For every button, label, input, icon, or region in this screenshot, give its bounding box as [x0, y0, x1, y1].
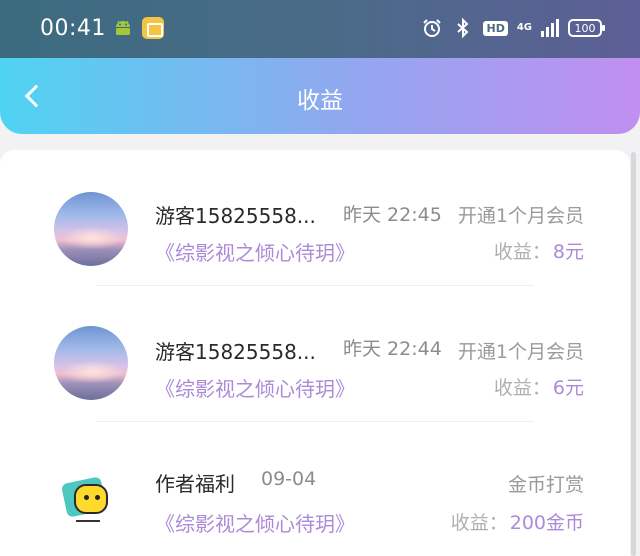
notes-app-icon — [142, 17, 164, 39]
earnings-row[interactable]: 游客15825558... 昨天 22:45 开通1个月会员 《综影视之倾心待玥… — [0, 150, 630, 286]
earning-amount: 收益： 6元 — [493, 377, 584, 399]
record-type: 开通1个月会员 — [457, 341, 584, 363]
status-time: 00:41 — [40, 16, 106, 41]
earnings-row[interactable]: 游客15825558... 昨天 22:44 开通1个月会员 《综影视之倾心待玥… — [0, 286, 630, 422]
alarm-icon — [423, 19, 442, 37]
signal-icon — [541, 19, 559, 37]
user-name: 作者福利 — [155, 472, 235, 496]
status-bar: 00:41 HD 4G 100 — [0, 0, 640, 58]
record-type: 金币打赏 — [507, 474, 584, 496]
book-title[interactable]: 《综影视之倾心待玥》 — [155, 237, 355, 266]
scrollbar[interactable] — [631, 152, 636, 556]
record-time: 09-04 — [261, 468, 317, 490]
hd-badge: HD — [483, 20, 508, 36]
page-header: 收益 — [0, 58, 640, 134]
record-type: 开通1个月会员 — [457, 205, 584, 227]
battery-icon: 100 — [568, 19, 605, 37]
earnings-row[interactable]: 作者福利 09-04 金币打赏 《综影视之倾心待玥》 收益： 200金币 — [0, 422, 630, 556]
avatar — [54, 464, 128, 538]
avatar — [54, 192, 128, 266]
book-title[interactable]: 《综影视之倾心待玥》 — [155, 508, 355, 537]
page-title: 收益 — [297, 88, 343, 114]
network-type: 4G — [516, 22, 532, 33]
earning-amount: 收益： 200金币 — [450, 512, 584, 534]
record-time: 昨天 22:45 — [343, 204, 442, 226]
android-icon — [116, 20, 130, 35]
cartoon-avatar-icon — [54, 464, 128, 538]
avatar — [54, 326, 128, 400]
record-time: 昨天 22:44 — [343, 338, 442, 360]
user-name: 游客15825558... — [155, 340, 316, 364]
bluetooth-icon — [457, 17, 469, 39]
earning-amount: 收益： 8元 — [493, 241, 584, 263]
user-name: 游客15825558... — [155, 204, 316, 228]
book-title[interactable]: 《综影视之倾心待玥》 — [155, 373, 355, 402]
